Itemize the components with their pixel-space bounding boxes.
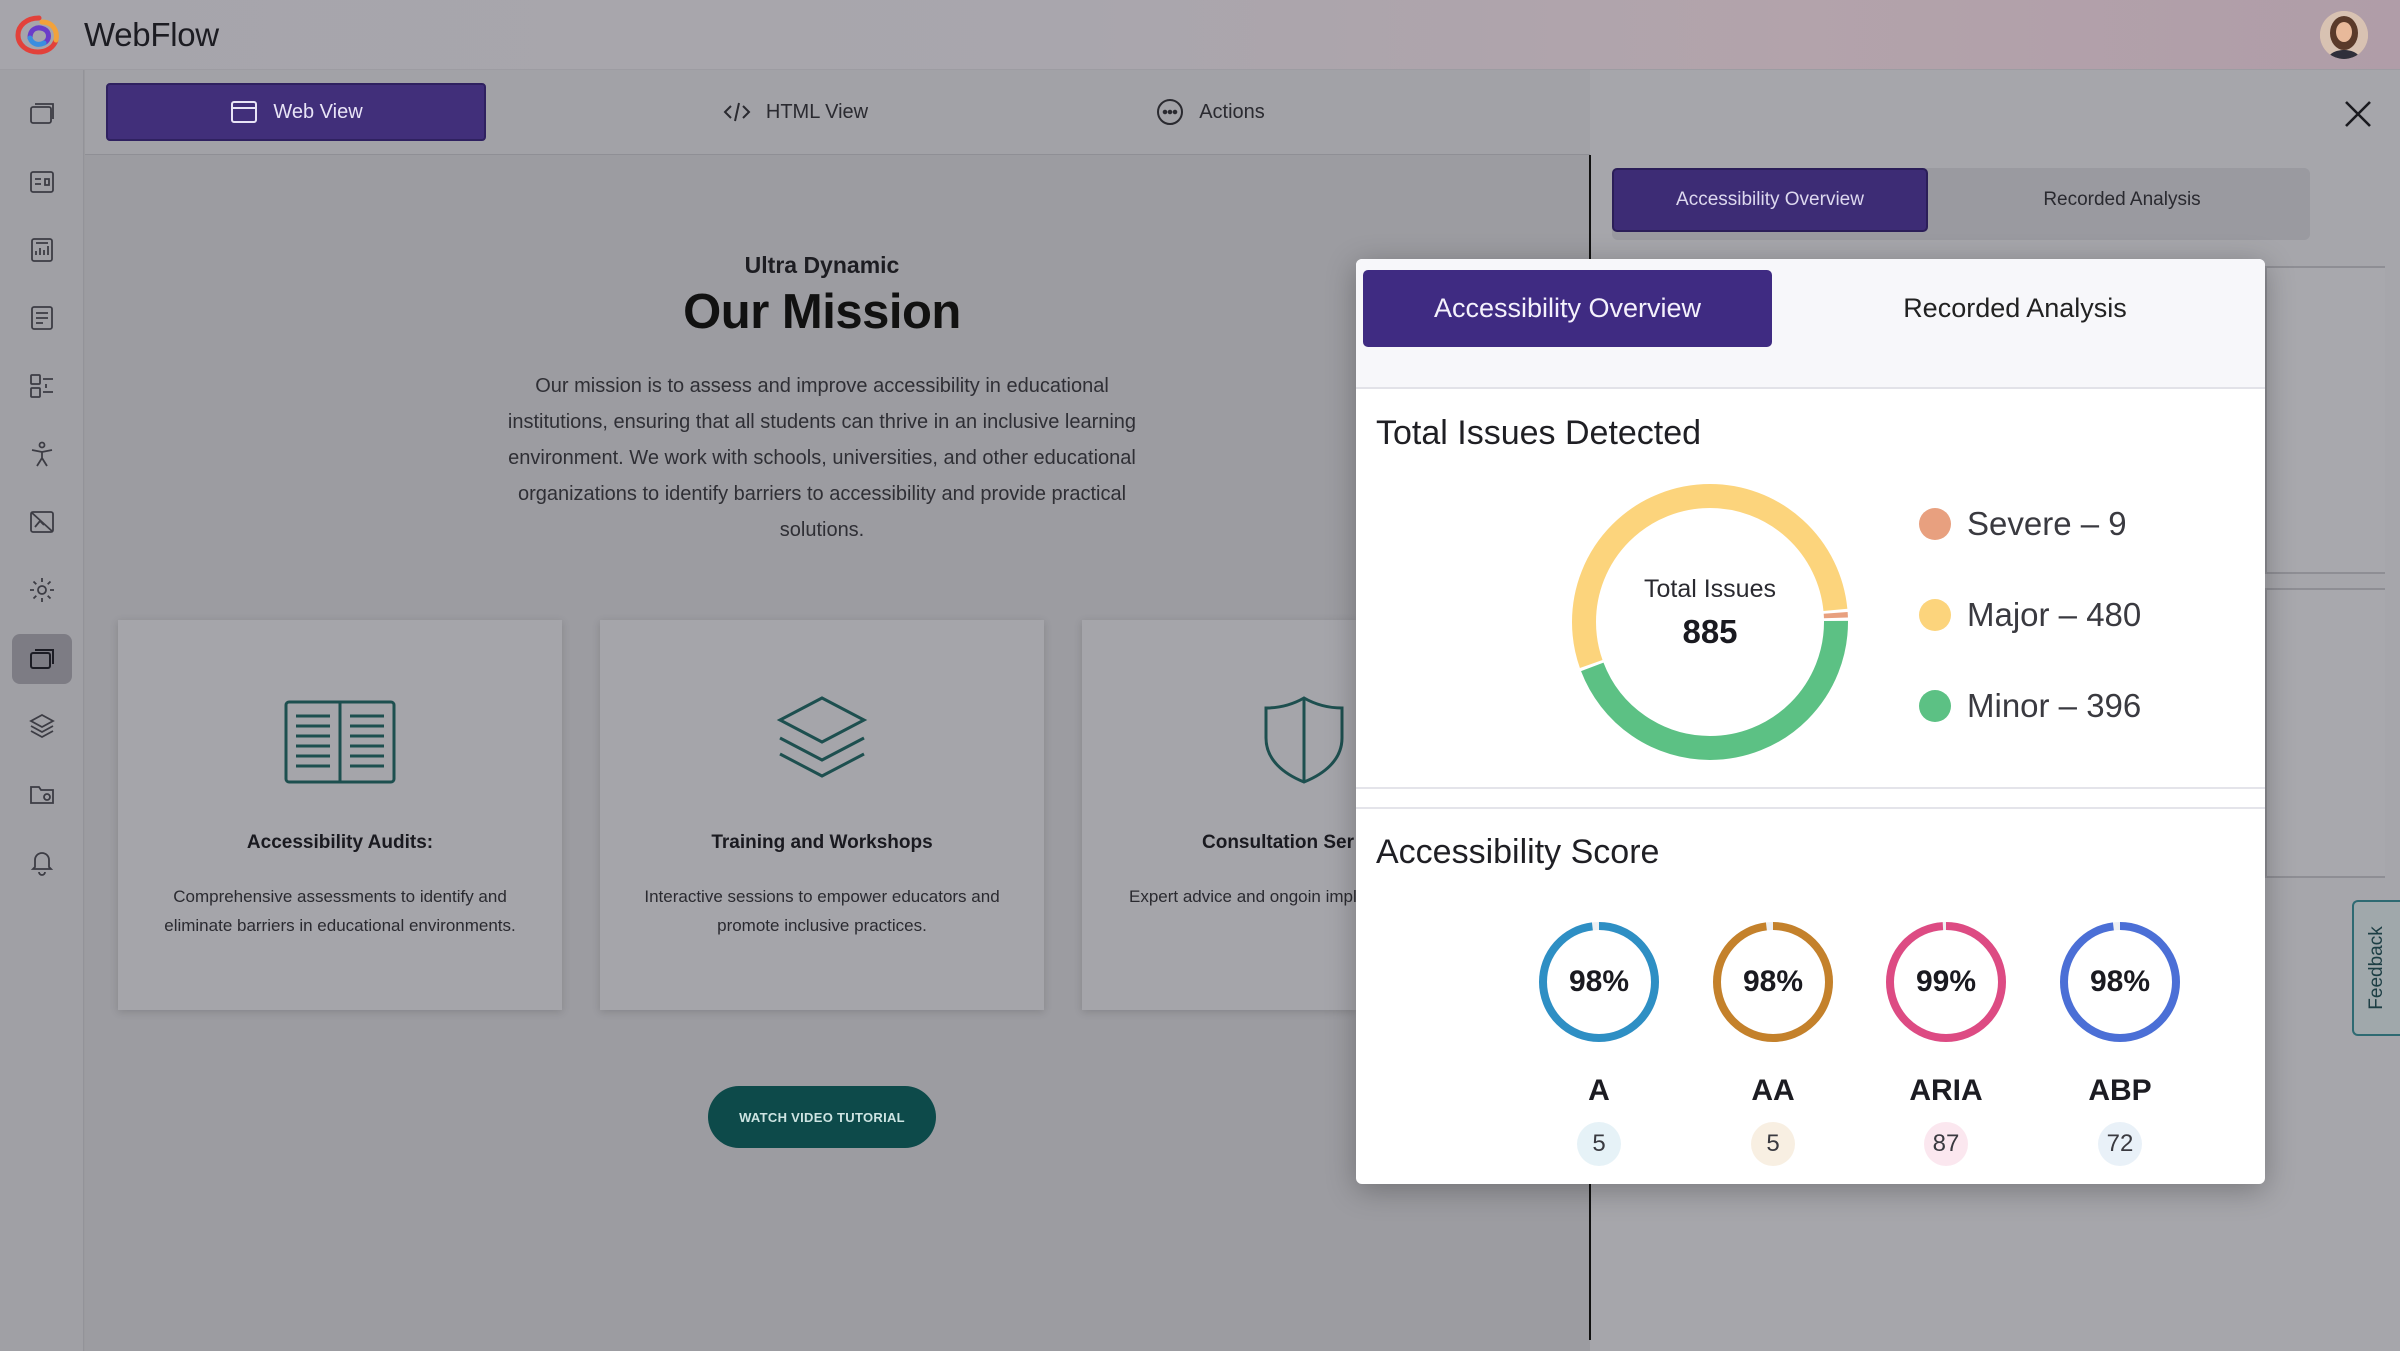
tab-web-view[interactable]: Web View bbox=[106, 83, 486, 141]
tab-recorded-analysis-bg[interactable]: Recorded Analysis bbox=[1942, 168, 2302, 232]
checklist-icon[interactable] bbox=[24, 368, 60, 404]
bell-icon[interactable] bbox=[24, 844, 60, 880]
section-divider bbox=[1356, 807, 2265, 809]
score-count-badge: 5 bbox=[1577, 1122, 1621, 1166]
donut-total: 885 bbox=[1682, 613, 1738, 650]
card-training-workshops: Training and Workshops Interactive sessi… bbox=[600, 620, 1044, 1010]
tab-label: Actions bbox=[1199, 100, 1265, 123]
layers-nav-icon[interactable] bbox=[24, 708, 60, 744]
document-icon[interactable] bbox=[24, 300, 60, 336]
close-icon[interactable] bbox=[2342, 98, 2374, 130]
tab-recorded-analysis[interactable]: Recorded Analysis bbox=[1772, 270, 2258, 347]
score-percent: 99% bbox=[1915, 965, 1977, 998]
top-bar: WebFlow bbox=[0, 0, 2400, 70]
score-percent: 98% bbox=[1742, 965, 1804, 998]
watch-video-button[interactable]: WATCH VIDEO TUTORIAL bbox=[708, 1086, 936, 1148]
legend-dot bbox=[1919, 599, 1951, 631]
sidebar bbox=[0, 70, 84, 1351]
shield-icon bbox=[1264, 696, 1344, 784]
tab-label: Web View bbox=[273, 100, 363, 123]
score-a: 98% A 5 bbox=[1537, 920, 1661, 1166]
score-ring: 98% bbox=[2058, 920, 2182, 1044]
legend-dot bbox=[1919, 690, 1951, 722]
legend-major: Major – 480 bbox=[1919, 596, 2141, 634]
webflow-logo-icon bbox=[15, 15, 59, 55]
book-icon bbox=[284, 700, 396, 784]
score-aria: 99% ARIA 87 bbox=[1884, 920, 2008, 1166]
code-icon bbox=[723, 102, 751, 122]
legend-label: Minor – 396 bbox=[1967, 687, 2142, 724]
legend-label: Major – 480 bbox=[1967, 596, 2142, 633]
card-title: Training and Workshops bbox=[711, 832, 933, 853]
tab-accessibility-overview[interactable]: Accessibility Overview bbox=[1363, 270, 1772, 347]
settings-icon[interactable] bbox=[24, 572, 60, 608]
right-panel-tabs: Accessibility Overview Recorded Analysis bbox=[1612, 168, 2310, 240]
score-count-badge: 5 bbox=[1751, 1122, 1795, 1166]
score-title: Accessibility Score bbox=[1376, 833, 1660, 871]
card-text: Interactive sessions to empower educator… bbox=[644, 887, 1000, 935]
score-aa: 98% AA 5 bbox=[1711, 920, 1835, 1166]
tab-html-view[interactable]: HTML View bbox=[645, 83, 945, 141]
score-percent: 98% bbox=[2089, 965, 2151, 998]
feedback-button[interactable]: Feedback bbox=[2352, 900, 2400, 1036]
accessibility-modal: Accessibility Overview Recorded Analysis… bbox=[1356, 259, 2265, 1184]
card-title: Accessibility Audits: bbox=[246, 832, 434, 853]
right-panel-box bbox=[2265, 266, 2385, 574]
report-icon[interactable] bbox=[24, 232, 60, 268]
feedback-label: Feedback bbox=[2366, 926, 2387, 1010]
donut-center-label: Total Issues bbox=[1643, 575, 1776, 603]
score-ring: 98% bbox=[1711, 920, 1835, 1044]
score-abp: 98% ABP 72 bbox=[2058, 920, 2182, 1166]
score-ring: 99% bbox=[1884, 920, 2008, 1044]
windows-icon[interactable] bbox=[24, 96, 60, 132]
score-name: AA bbox=[1751, 1074, 1795, 1107]
legend-minor: Minor – 396 bbox=[1919, 687, 2141, 725]
card-text: Expert advice and ongoin implement effec… bbox=[1129, 887, 1356, 906]
folder-icon[interactable] bbox=[24, 776, 60, 812]
image-off-icon[interactable] bbox=[24, 504, 60, 540]
tab-label: HTML View bbox=[765, 100, 869, 123]
card-title: Consultation Ser bbox=[1202, 832, 1355, 853]
score-name: ABP bbox=[2088, 1074, 2152, 1107]
card-consultation: Consultation Ser Expert advice and ongoi… bbox=[1082, 620, 1356, 1010]
score-percent: 98% bbox=[1568, 965, 1630, 998]
hero-title: Our Mission bbox=[683, 285, 961, 339]
webview-nav-icon[interactable] bbox=[12, 634, 72, 684]
view-tabbar: Web View HTML View Actions bbox=[85, 70, 1590, 155]
section-divider bbox=[1356, 787, 2265, 789]
legend-label: Severe – 9 bbox=[1967, 505, 2127, 542]
legend-dot bbox=[1919, 508, 1951, 540]
user-avatar[interactable] bbox=[2320, 11, 2368, 59]
tab-accessibility-overview-bg[interactable]: Accessibility Overview bbox=[1612, 168, 1928, 232]
app-title: WebFlow bbox=[84, 16, 219, 53]
card-text: Comprehensive assessments to identify an… bbox=[164, 887, 516, 935]
score-ring: 98% bbox=[1537, 920, 1661, 1044]
dashboard-icon[interactable] bbox=[24, 164, 60, 200]
legend-severe: Severe – 9 bbox=[1919, 505, 2127, 543]
layers-icon bbox=[776, 696, 868, 778]
score-count-badge: 87 bbox=[1924, 1122, 1968, 1166]
issues-title: Total Issues Detected bbox=[1376, 414, 1702, 452]
right-panel-box bbox=[2265, 588, 2385, 878]
score-name: A bbox=[1588, 1074, 1610, 1107]
hero-text: Our mission is to assess and improve acc… bbox=[507, 375, 1137, 541]
hero-subtitle: Ultra Dynamic bbox=[744, 252, 900, 278]
modal-tabs: Accessibility Overview Recorded Analysis bbox=[1356, 259, 2265, 389]
window-icon bbox=[231, 101, 258, 123]
score-count-badge: 72 bbox=[2098, 1122, 2142, 1166]
card-accessibility-audits: Accessibility Audits: Comprehensive asse… bbox=[118, 620, 562, 1010]
score-name: ARIA bbox=[1909, 1074, 1983, 1107]
more-icon bbox=[1157, 99, 1184, 125]
accessibility-icon[interactable] bbox=[24, 436, 60, 472]
tab-actions[interactable]: Actions bbox=[1095, 83, 1325, 141]
avatar-person-icon bbox=[2320, 11, 2368, 59]
